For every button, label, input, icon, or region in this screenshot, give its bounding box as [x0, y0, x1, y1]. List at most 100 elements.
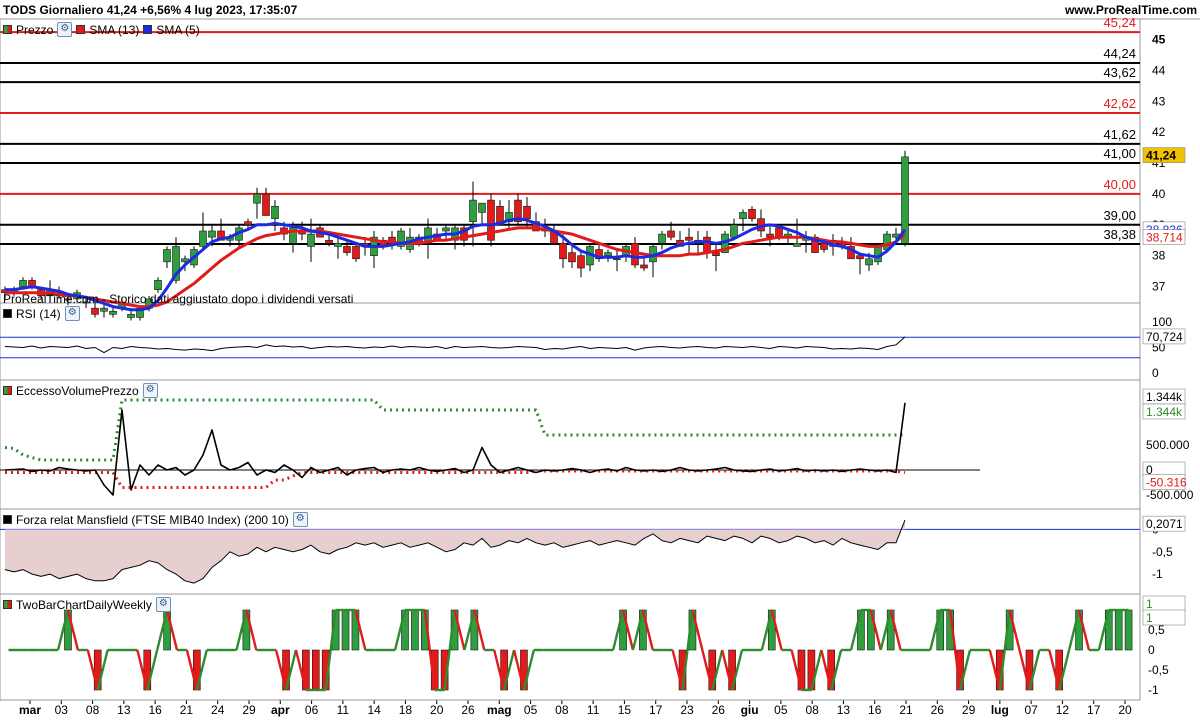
candle-body: [253, 193, 261, 204]
candle-body: [109, 310, 117, 315]
candle-body: [163, 249, 171, 263]
mansfield-legend-label: Forza relat Mansfield (FTSE MIB40 Index)…: [16, 512, 289, 527]
candle-body: [343, 246, 351, 253]
x-tick-label: 16: [868, 703, 882, 717]
price-tick-label: 40: [1152, 187, 1166, 201]
candle-body: [793, 243, 801, 247]
twobar-legend: TwoBarChartDailyWeekly ⚙: [3, 597, 171, 612]
rsi-line: [4, 336, 906, 354]
mansfield-tick-label: -1: [1152, 567, 1163, 581]
candle-body: [127, 314, 135, 318]
price-tick-label: 43: [1152, 94, 1166, 108]
x-tick-label: 20: [1118, 703, 1132, 717]
x-tick-label: 08: [555, 703, 569, 717]
candle-body: [766, 233, 774, 238]
x-tick-label: 16: [148, 703, 162, 717]
twobar-bar: [1114, 609, 1123, 651]
rsi-legend-label: RSI (14): [16, 306, 61, 321]
rsi-settings-icon[interactable]: ⚙: [64, 306, 80, 321]
rsi-tick-label: 100: [1152, 315, 1172, 329]
chart-canvas: 45444342414039383745,2444,2443,6242,6241…: [0, 15, 1200, 717]
volume-upper-band: [4, 398, 905, 462]
data-note: ProRealTime.com - Storico dati aggiustat…: [3, 292, 354, 306]
candle-body: [667, 230, 675, 238]
panel-frame-4: [0, 593, 1141, 701]
candle-body: [352, 246, 360, 260]
candle-body: [523, 205, 531, 219]
level-label: 38,38: [1103, 227, 1136, 242]
x-tick-label: mag: [487, 703, 512, 717]
price-settings-icon[interactable]: ⚙: [57, 22, 73, 37]
x-tick-label: 03: [55, 703, 69, 717]
candle-body: [658, 233, 666, 244]
candle-body: [271, 205, 279, 219]
level-label: 40,00: [1103, 177, 1136, 192]
candle-body: [712, 252, 720, 256]
rsi-tick-label: 0: [1152, 366, 1159, 380]
x-tick-label: 15: [618, 703, 632, 717]
candle-body: [478, 202, 486, 213]
sma5-swatch: [143, 25, 153, 34]
mansfield-area: [5, 520, 905, 584]
sma13-value-badge: 38,714: [1146, 231, 1183, 245]
x-tick-label: 17: [1087, 703, 1101, 717]
candle-body: [100, 307, 108, 312]
candle-body: [820, 243, 828, 250]
sma13-swatch: [76, 25, 86, 34]
twobar-swatch: [3, 600, 12, 609]
twobar-second-badge: 1: [1146, 611, 1153, 625]
x-tick-label: 29: [962, 703, 976, 717]
price-swatch: [3, 25, 12, 34]
level-label: 39,00: [1103, 208, 1136, 223]
candle-body: [262, 193, 270, 216]
price-tick-label: 37: [1152, 280, 1166, 294]
x-tick-label: 12: [1056, 703, 1070, 717]
volume-legend-label: EccessoVolumePrezzo: [16, 383, 139, 398]
twobar-tick-label: -1: [1148, 683, 1159, 697]
x-tick-label: 24: [211, 703, 225, 717]
candle-body: [739, 212, 747, 219]
volume-settings-icon[interactable]: ⚙: [142, 383, 158, 398]
candle-body: [577, 255, 585, 269]
twobar-top-badge: 1: [1146, 597, 1153, 611]
x-tick-label: 08: [805, 703, 819, 717]
candle-body: [469, 199, 477, 223]
sma5-legend-label: SMA (5): [156, 22, 200, 37]
candle-body: [208, 230, 216, 238]
candle-body: [559, 243, 567, 260]
level-label: 43,62: [1103, 65, 1136, 80]
x-tick-label: 21: [899, 703, 913, 717]
level-label: 45,24: [1103, 15, 1136, 30]
x-tick-label: 13: [837, 703, 851, 717]
x-tick-label: 23: [680, 703, 694, 717]
candle-body: [442, 227, 450, 232]
candle-body: [865, 258, 873, 266]
price-legend: Prezzo ⚙ SMA (13) SMA (5): [3, 22, 200, 37]
x-tick-label: 14: [367, 703, 381, 717]
x-tick-label: 26: [461, 703, 475, 717]
x-tick-label: 18: [399, 703, 413, 717]
volume-swatch: [3, 386, 12, 395]
rsi-legend: RSI (14) ⚙: [3, 306, 80, 321]
candle-body: [703, 236, 711, 253]
volume-line-badge: 1.344k: [1146, 405, 1183, 419]
x-tick-label: 29: [242, 703, 256, 717]
mansfield-settings-icon[interactable]: ⚙: [292, 512, 308, 527]
x-tick-label: giu: [741, 703, 759, 717]
x-tick-label: apr: [271, 703, 290, 717]
twobar-settings-icon[interactable]: ⚙: [155, 597, 171, 612]
mansfield-tick-label: -0,5: [1152, 545, 1173, 559]
last-price-badge: 41,24: [1146, 149, 1176, 163]
price-tick-label: 44: [1152, 63, 1166, 77]
twobar-bar: [1124, 609, 1133, 651]
x-tick-label: 06: [305, 703, 319, 717]
x-tick-label: 07: [1024, 703, 1038, 717]
mansfield-value-badge: 0,2071: [1146, 517, 1183, 531]
mansfield-legend: Forza relat Mansfield (FTSE MIB40 Index)…: [3, 512, 308, 527]
volume-tick-label: -500.000: [1146, 488, 1194, 502]
x-tick-label: mar: [19, 703, 41, 717]
x-tick-label: 26: [712, 703, 726, 717]
volume-lower-band: [5, 469, 906, 489]
level-label: 41,62: [1103, 127, 1136, 142]
candle-body: [325, 239, 333, 244]
